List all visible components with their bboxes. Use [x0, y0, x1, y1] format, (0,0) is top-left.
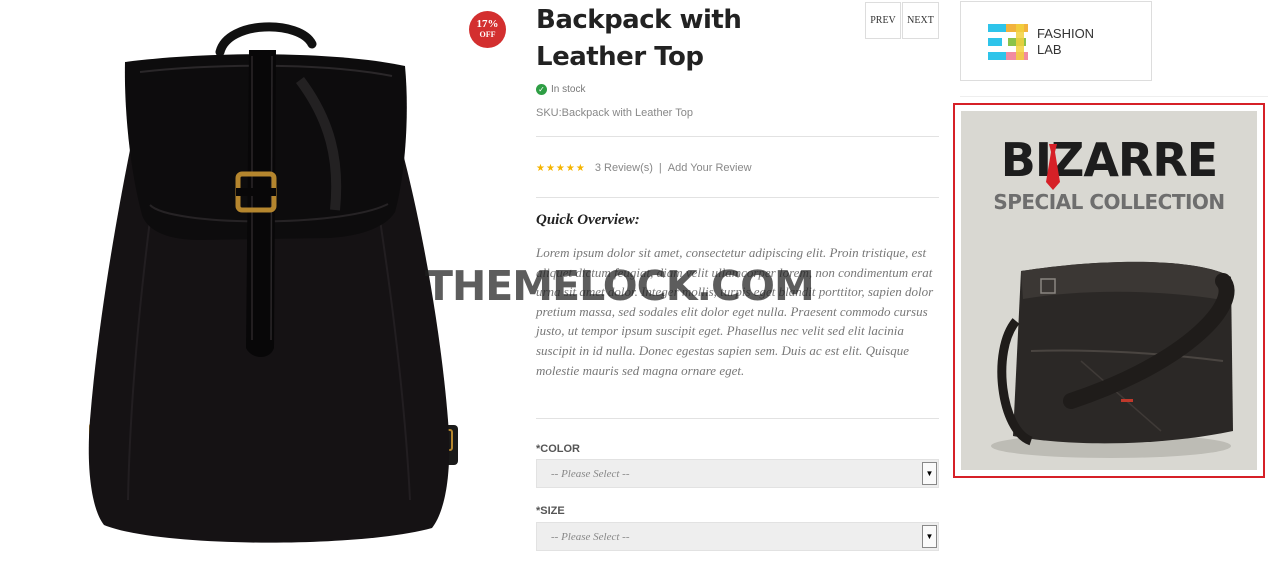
quick-overview-title: Quick Overview: — [536, 212, 640, 228]
sale-off-label: OFF — [479, 30, 496, 39]
product-sku: SKU:Backpack with Leather Top — [536, 107, 693, 119]
reviews-link[interactable]: 3 Review(s) — [595, 162, 653, 174]
promo-title: BIZARRE — [1000, 133, 1218, 187]
product-image[interactable] — [0, 0, 525, 568]
divider — [536, 136, 939, 137]
add-review-link[interactable]: Add Your Review — [668, 162, 752, 174]
fashion-lab-logo-icon — [988, 24, 1028, 60]
promo-subtitle: SPECIAL COLLECTION — [993, 190, 1225, 214]
color-label: *COLOR — [536, 443, 580, 455]
check-circle-icon: ✓ — [536, 84, 547, 95]
fashion-lab-brand[interactable]: FASHION LAB — [960, 1, 1152, 81]
sidebar-divider — [960, 96, 1268, 97]
product-title: Backpack with Leather Top — [536, 5, 742, 72]
size-label: *SIZE — [536, 505, 565, 517]
size-select-placeholder: -- Please Select -- — [551, 531, 630, 543]
stock-status: ✓ In stock — [536, 84, 585, 95]
stock-text: In stock — [551, 84, 586, 95]
rating-separator: | — [658, 162, 662, 174]
sale-percent: 17% — [476, 18, 499, 30]
divider — [536, 418, 939, 419]
sale-badge: 17% OFF — [469, 11, 506, 48]
quick-overview-text: Lorem ipsum dolor sit amet, consectetur … — [536, 245, 934, 378]
promo-banner[interactable]: BIZARRE SPECIAL COLLECTION — [953, 103, 1265, 478]
star-rating-icon: ★★★★★ — [536, 162, 586, 174]
color-select-placeholder: -- Please Select -- — [551, 468, 630, 480]
necktie-icon — [1046, 144, 1060, 190]
brand-line-1: FASHION — [1037, 26, 1095, 41]
product-rating: ★★★★★ 3 Review(s) | Add Your Review — [536, 162, 752, 174]
color-select[interactable]: -- Please Select -- ▼ — [536, 459, 939, 488]
next-button[interactable]: NEXT — [902, 2, 939, 39]
promo-banner-image: BIZARRE SPECIAL COLLECTION — [961, 111, 1257, 470]
brand-line-2: LAB — [1037, 42, 1062, 57]
dropdown-arrow-icon[interactable]: ▼ — [922, 462, 937, 485]
prev-button[interactable]: PREV — [865, 2, 901, 39]
size-select[interactable]: -- Please Select -- ▼ — [536, 522, 939, 551]
fashion-lab-name: FASHION LAB — [1037, 26, 1094, 58]
messenger-bag-image — [991, 261, 1235, 458]
dropdown-arrow-icon[interactable]: ▼ — [922, 525, 937, 548]
divider — [536, 197, 939, 198]
